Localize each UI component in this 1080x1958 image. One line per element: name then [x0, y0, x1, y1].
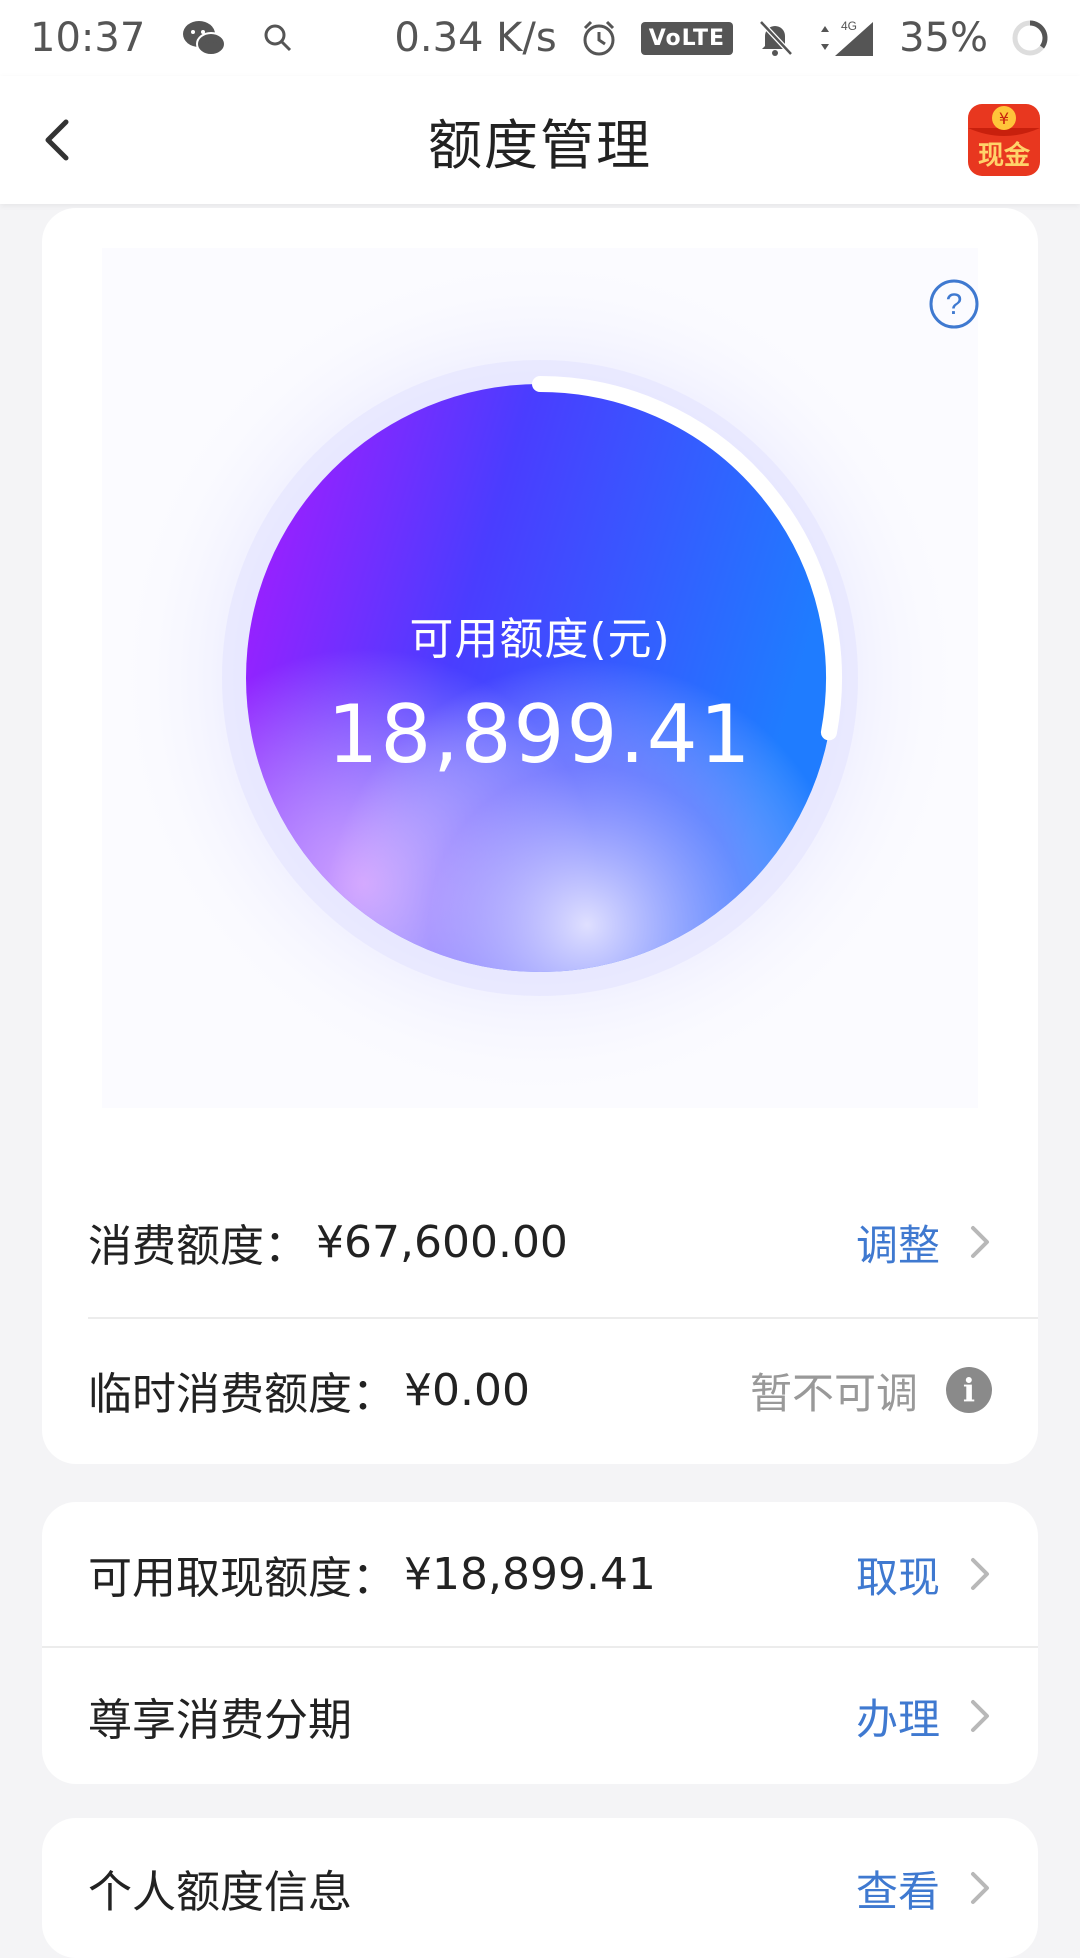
withdraw-link[interactable]: 取现	[856, 1544, 940, 1605]
chevron-right-icon	[971, 1226, 989, 1258]
bell-muted-icon	[755, 18, 795, 58]
signal-label: 4G	[841, 19, 857, 33]
view-link[interactable]: 查看	[856, 1858, 940, 1919]
search-icon	[263, 23, 293, 53]
apply-link[interactable]: 办理	[856, 1686, 940, 1747]
signal-icon: 4G	[817, 18, 877, 58]
chevron-right-icon	[971, 1558, 989, 1590]
personal-info-panel: 个人额度信息 查看	[42, 1818, 1038, 1958]
question-icon: ?	[929, 279, 979, 329]
back-button[interactable]	[36, 110, 96, 170]
chevron-right-icon	[971, 1872, 989, 1904]
network-speed: 0.34 K/s	[394, 15, 557, 61]
chevron-right-icon	[971, 1700, 989, 1732]
cash-withdrawal-row[interactable]: 可用取现额度： ¥18,899.41 取现	[88, 1504, 1038, 1644]
alarm-icon	[579, 18, 619, 58]
gauge-graphic	[102, 248, 978, 1108]
consumption-credit-label: 消费额度：	[88, 1221, 308, 1272]
available-credit-gauge: 可用额度(元) 18,899.41	[102, 248, 978, 1108]
not-adjustable-text: 暂不可调	[749, 1368, 918, 1418]
cash-withdrawal-amount: ¥18,899.41	[404, 1548, 656, 1600]
personal-credit-info-label: 个人额度信息	[88, 1867, 352, 1918]
volte-badge: VoLTE	[640, 21, 734, 55]
help-button[interactable]: ?	[928, 278, 980, 330]
svg-text:?: ?	[946, 288, 963, 321]
cash-badge-label: 现金	[978, 140, 1031, 171]
temporary-credit-label: 临时消费额度：	[88, 1369, 396, 1420]
installment-row[interactable]: 尊享消费分期 办理	[88, 1646, 1038, 1786]
wechat-icon	[181, 18, 227, 58]
temporary-credit-row: 临时消费额度： ¥0.00 暂不可调 i	[88, 1320, 1038, 1460]
page-title: 额度管理	[428, 113, 652, 177]
cash-red-envelope-button[interactable]: ¥ 现金	[964, 98, 1044, 182]
status-time: 10:37	[30, 15, 146, 61]
available-credit-value: 18,899.41	[327, 688, 753, 781]
installment-label: 尊享消费分期	[88, 1695, 352, 1746]
nav-bar: 额度管理 ¥ 现金	[0, 76, 1080, 204]
status-bar: 10:37 0.34 K/s VoLTE 4G 35%	[0, 0, 1080, 76]
svg-text:¥: ¥	[999, 109, 1009, 128]
chevron-left-icon	[45, 119, 69, 161]
gauge-label: 可用额度(元)	[409, 614, 671, 665]
battery-percent: 35%	[899, 15, 988, 61]
red-envelope-icon: ¥ 现金	[968, 104, 1040, 176]
temporary-credit-amount: ¥0.00	[404, 1364, 530, 1416]
cash-withdrawal-label: 可用取现额度：	[88, 1553, 396, 1604]
adjust-link[interactable]: 调整	[856, 1212, 940, 1273]
info-icon[interactable]: i	[946, 1367, 992, 1413]
row-divider	[88, 1317, 1038, 1319]
credit-card-panel: 可用额度(元) 18,899.41 ? 消费额度： ¥67,600.00 调整 …	[42, 208, 1038, 1464]
cash-services-panel: 可用取现额度： ¥18,899.41 取现 尊享消费分期 办理	[42, 1502, 1038, 1784]
personal-credit-info-row[interactable]: 个人额度信息 查看	[88, 1818, 1038, 1958]
battery-ring-icon	[1010, 18, 1050, 58]
consumption-credit-amount: ¥67,600.00	[316, 1216, 568, 1268]
consumption-credit-row[interactable]: 消费额度： ¥67,600.00 调整	[88, 1172, 1038, 1312]
